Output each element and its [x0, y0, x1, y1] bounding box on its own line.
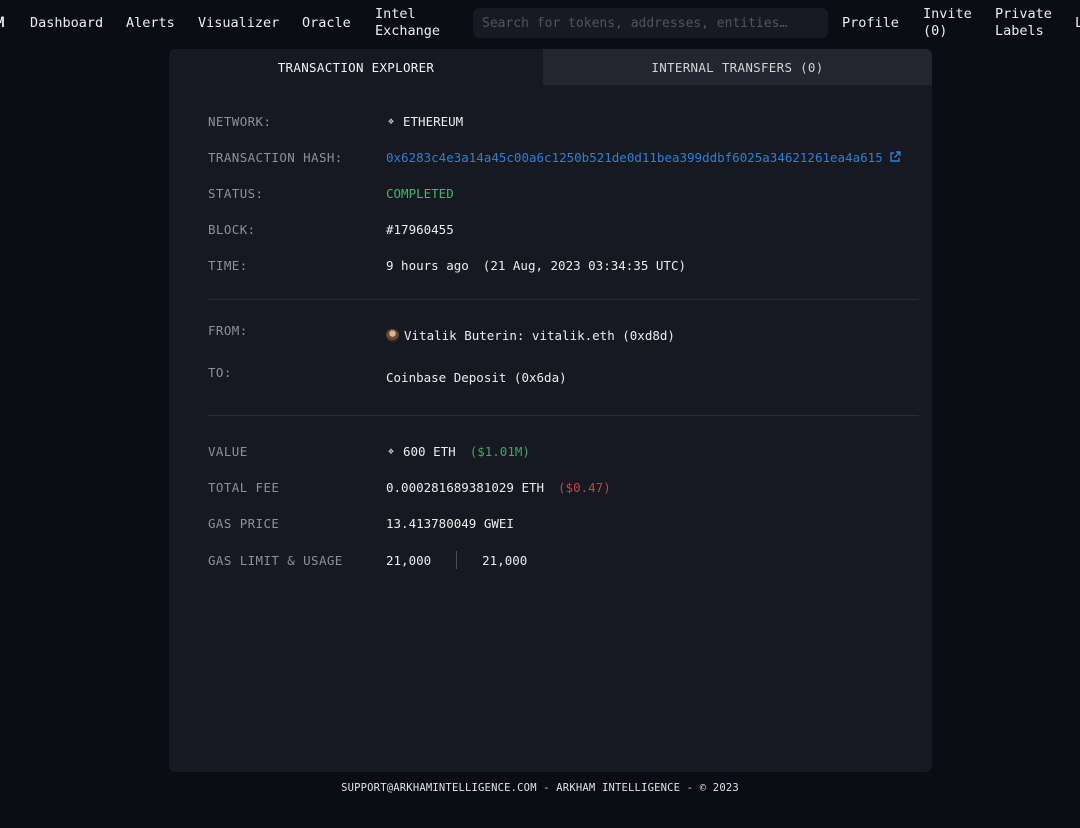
fee-row: TOTAL FEE 0.000281689381029 ETH ($0.47)	[208, 478, 611, 496]
top-nav: M Dashboard Alerts Visualizer Oracle Int…	[0, 0, 1080, 46]
divider-1	[208, 299, 919, 300]
nav-dashboard[interactable]: Dashboard	[30, 0, 103, 46]
gas-limit-label: GAS LIMIT & USAGE	[208, 552, 343, 568]
block-label: BLOCK:	[208, 221, 256, 237]
divider-2	[208, 415, 919, 416]
network-row: NETWORK: ❖ ETHEREUM	[208, 112, 463, 130]
ethereum-icon: ❖	[387, 445, 395, 457]
gas-usage-value: 21,000	[482, 552, 528, 568]
value-usd: ($1.01M)	[469, 443, 530, 459]
status-row: STATUS: COMPLETED	[208, 184, 454, 202]
from-row: FROM: Vitalik Buterin: vitalik.eth (0xd8…	[208, 323, 675, 344]
to-row: TO: Coinbase Deposit (0x6da)	[208, 365, 567, 386]
gas-price-value: 13.413780049 GWEI	[386, 515, 514, 531]
transaction-hash-link[interactable]: 0x6283c4e3a14a45c00a6c1250b521de0d11bea3…	[386, 150, 883, 165]
fee-wrap: 0.000281689381029 ETH ($0.47)	[386, 480, 611, 495]
network-value: ETHEREUM	[403, 113, 464, 129]
ethereum-icon: ❖	[387, 115, 395, 127]
fee-label: TOTAL FEE	[208, 479, 280, 495]
time-row: TIME: 9 hours ago (21 Aug, 2023 03:34:35…	[208, 256, 686, 274]
status-label: STATUS:	[208, 185, 264, 201]
nav-alerts[interactable]: Alerts	[126, 0, 175, 46]
gas-price-row: GAS PRICE 13.413780049 GWEI	[208, 514, 514, 532]
time-absolute: (21 Aug, 2023 03:34:35 UTC)	[482, 257, 686, 273]
value-row: VALUE ❖ 600 ETH ($1.01M)	[208, 442, 530, 460]
separator	[456, 551, 458, 569]
fee-usd: ($0.47)	[558, 479, 611, 495]
nav-profile[interactable]: Profile	[842, 0, 899, 46]
transaction-card: TRANSACTION EXPLORER INTERNAL TRANSFERS …	[169, 49, 932, 772]
value-label: VALUE	[208, 443, 248, 459]
avatar	[386, 328, 399, 342]
gas-limit-value: 21,000	[386, 552, 432, 568]
time-relative: 9 hours ago	[386, 257, 469, 273]
search-input[interactable]	[480, 14, 828, 32]
from-entity-link[interactable]: Vitalik Buterin: vitalik.eth (0xd8d)	[404, 328, 675, 343]
gas-price-label: GAS PRICE	[208, 515, 280, 531]
network-label: NETWORK:	[208, 113, 272, 129]
to-label: TO:	[208, 365, 232, 380]
time-value: 9 hours ago (21 Aug, 2023 03:34:35 UTC)	[386, 258, 686, 273]
gas-limit-wrap: 21,000 21,000	[386, 551, 527, 569]
nav-invite[interactable]: Invite (0)	[923, 0, 983, 46]
external-link-icon[interactable]	[889, 151, 901, 163]
from-value-wrap: Vitalik Buterin: vitalik.eth (0xd8d)	[386, 328, 675, 343]
search-bar[interactable]	[473, 8, 828, 38]
logo-fragment[interactable]: M	[0, 0, 4, 46]
tab-transaction-explorer[interactable]: TRANSACTION EXPLORER	[169, 49, 543, 85]
from-label: FROM:	[208, 323, 248, 338]
hash-label: TRANSACTION HASH:	[208, 149, 343, 165]
gas-limit-row: GAS LIMIT & USAGE 21,000 21,000	[208, 551, 527, 569]
nav-private-labels[interactable]: Private Labels	[995, 0, 1065, 46]
network-value-wrap: ❖ ETHEREUM	[386, 114, 463, 129]
time-label: TIME:	[208, 257, 248, 273]
hash-row: TRANSACTION HASH: 0x6283c4e3a14a45c00a6c…	[208, 148, 901, 166]
block-row: BLOCK: #17960455	[208, 220, 454, 238]
nav-truncated-item[interactable]: L	[1075, 0, 1080, 46]
footer: SUPPORT@ARKHAMINTELLIGENCE.COM - ARKHAM …	[341, 782, 739, 794]
status-value: COMPLETED	[386, 185, 454, 201]
block-value[interactable]: #17960455	[386, 222, 454, 237]
nav-oracle[interactable]: Oracle	[302, 0, 351, 46]
value-amount: 600 ETH	[403, 443, 456, 459]
to-entity-link[interactable]: Coinbase Deposit (0x6da)	[386, 370, 567, 385]
tabs: TRANSACTION EXPLORER INTERNAL TRANSFERS …	[169, 49, 932, 85]
fee-amount: 0.000281689381029 ETH	[386, 479, 545, 495]
hash-value-wrap: 0x6283c4e3a14a45c00a6c1250b521de0d11bea3…	[386, 150, 901, 165]
nav-visualizer[interactable]: Visualizer	[198, 0, 279, 46]
tab-internal-transfers[interactable]: INTERNAL TRANSFERS (0)	[543, 49, 932, 85]
value-wrap: ❖ 600 ETH ($1.01M)	[386, 444, 530, 459]
nav-intel-exchange[interactable]: Intel Exchange	[375, 0, 455, 46]
